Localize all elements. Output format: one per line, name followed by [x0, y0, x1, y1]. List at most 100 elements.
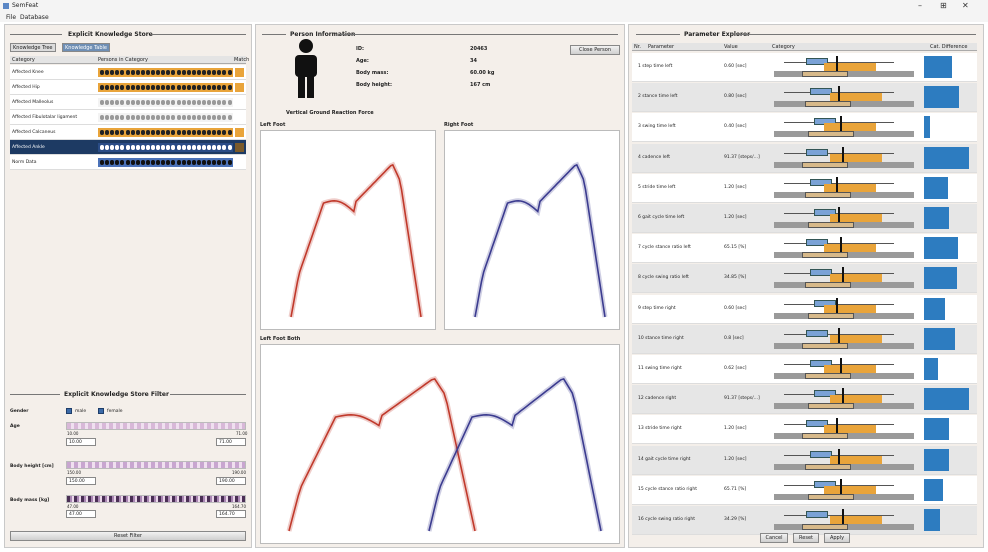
- tab-knowledge-tree[interactable]: Knowledge Tree: [10, 43, 56, 52]
- maximize-icon[interactable]: ⊞: [940, 1, 947, 10]
- menu-file[interactable]: File: [6, 14, 16, 21]
- category-label: Affected Hip: [12, 85, 40, 90]
- right-foot-chart: [444, 130, 620, 330]
- apply-button[interactable]: Apply: [824, 533, 850, 543]
- category-distribution: [774, 327, 914, 350]
- param-row[interactable]: 9 step time right 0.60 [sec]: [632, 294, 977, 324]
- person-dot: [217, 130, 222, 135]
- category-row[interactable]: Affected Hip: [10, 80, 246, 95]
- param-value: 1.20 [sec]: [724, 456, 747, 462]
- category-row[interactable]: Affected Malleolus: [10, 95, 246, 110]
- person-dot: [212, 115, 217, 120]
- reset-button[interactable]: Reset: [793, 533, 819, 543]
- gray-box: [802, 71, 848, 77]
- table-empty-area: [10, 172, 246, 380]
- param-row[interactable]: 12 cadence right 91.37 [steps/...]: [632, 385, 977, 415]
- param-row[interactable]: 4 cadence left 91.37 [steps/...]: [632, 143, 977, 173]
- person-dot: [115, 100, 120, 105]
- person-dot: [176, 145, 181, 150]
- person-dot: [212, 160, 217, 165]
- person-dot: [125, 70, 130, 75]
- app-icon: [3, 3, 9, 9]
- person-dot: [202, 145, 206, 150]
- category-difference-bar: [924, 509, 940, 531]
- box-orange: [824, 244, 876, 253]
- param-name: 6 gait cycle time left: [638, 215, 685, 220]
- median-marker: [838, 86, 840, 103]
- cancel-button[interactable]: Cancel: [760, 533, 788, 543]
- category-row[interactable]: Affected Ankle: [10, 140, 246, 155]
- param-row[interactable]: 2 stance time left 0.80 [sec]: [632, 83, 977, 113]
- left-foot-label: Left Foot: [260, 122, 286, 128]
- category-label: Norm Data: [12, 160, 37, 165]
- age-slider[interactable]: [66, 422, 246, 430]
- person-dot: [110, 145, 115, 150]
- param-name: 1 step time left: [638, 64, 673, 69]
- param-row[interactable]: 5 stride time left 1.20 [sec]: [632, 173, 977, 203]
- close-icon[interactable]: ✕: [962, 1, 969, 10]
- tab-knowledge-table[interactable]: Knowledge Table: [62, 43, 111, 52]
- param-row[interactable]: 16 cycle swing ratio right 34.29 [%]: [632, 506, 977, 535]
- reset-filter-button[interactable]: Reset Filter: [10, 531, 246, 541]
- median-marker: [836, 418, 838, 435]
- both-feet-label: Left Foot Both: [260, 336, 301, 342]
- median-marker: [842, 509, 844, 525]
- persons-bar: [98, 98, 233, 107]
- param-row[interactable]: 13 stride time right 1.20 [sec]: [632, 415, 977, 445]
- box-orange: [824, 304, 876, 313]
- male-checkbox[interactable]: [66, 408, 72, 414]
- minimize-icon[interactable]: –: [918, 1, 922, 10]
- mass-max-input[interactable]: 164.70: [216, 510, 246, 518]
- person-dot: [156, 130, 161, 135]
- box-blue: [806, 148, 828, 156]
- box-blue: [810, 450, 832, 458]
- box-orange: [830, 153, 882, 162]
- height-max-input[interactable]: 190.00: [216, 477, 246, 485]
- person-dot: [120, 130, 125, 135]
- param-row[interactable]: 8 cycle swing ratio left 34.85 [%]: [632, 264, 977, 294]
- mass-slider[interactable]: [66, 495, 246, 503]
- female-checkbox[interactable]: [98, 408, 104, 414]
- menu-database[interactable]: Database: [20, 14, 49, 21]
- category-row[interactable]: Affected Knee: [10, 65, 246, 80]
- age-min-input[interactable]: 10.00: [66, 438, 96, 446]
- person-dot: [222, 70, 227, 75]
- person-dot: [166, 70, 171, 75]
- person-dot: [100, 160, 104, 165]
- param-row[interactable]: 6 gait cycle time left 1.20 [sec]: [632, 204, 977, 233]
- param-row[interactable]: 7 cycle stance ratio left 65.15 [%]: [632, 234, 977, 264]
- category-row[interactable]: Norm Data: [10, 155, 246, 170]
- param-row[interactable]: 14 gait cycle time right 1.20 [sec]: [632, 445, 977, 475]
- close-person-button[interactable]: Close Person: [570, 45, 620, 55]
- mass-min-input[interactable]: 47.00: [66, 510, 96, 518]
- persons-bar: [98, 143, 233, 152]
- age-label: Age: [10, 424, 20, 429]
- person-dot: [135, 100, 140, 105]
- person-dot: [166, 145, 171, 150]
- grf-line: [428, 377, 602, 532]
- person-dot: [227, 130, 232, 135]
- median-marker: [842, 146, 844, 163]
- param-row[interactable]: 3 swing time left 0.40 [sec]: [632, 113, 977, 143]
- category-row[interactable]: Affected Fibulotalar ligament: [10, 110, 246, 125]
- grf-title: Vertical Ground Reaction Force: [286, 110, 374, 116]
- person-dot: [151, 100, 155, 105]
- param-row[interactable]: 1 step time left 0.60 [sec]: [632, 53, 977, 82]
- height-max-tick: 190.00: [232, 470, 246, 475]
- age-max-input[interactable]: 71.00: [216, 438, 246, 446]
- param-row[interactable]: 15 cycle stance ratio right 65.71 [%]: [632, 475, 977, 505]
- person-dot: [135, 85, 140, 90]
- person-dot: [176, 130, 181, 135]
- category-difference-bar: [924, 116, 930, 139]
- person-dot: [181, 160, 186, 165]
- height-slider[interactable]: [66, 461, 246, 469]
- param-name: 14 gait cycle time right: [638, 456, 691, 462]
- height-min-input[interactable]: 150.00: [66, 477, 96, 485]
- category-difference-bar: [924, 327, 955, 350]
- param-row[interactable]: 11 swing time right 0.62 [sec]: [632, 355, 977, 384]
- person-dot: [130, 130, 135, 135]
- category-row[interactable]: Affected Calcaneus: [10, 125, 246, 140]
- person-dot: [161, 145, 166, 150]
- height-label: Body height [cm]: [10, 464, 54, 469]
- param-row[interactable]: 10 stance time right 0.8 [sec]: [632, 324, 977, 354]
